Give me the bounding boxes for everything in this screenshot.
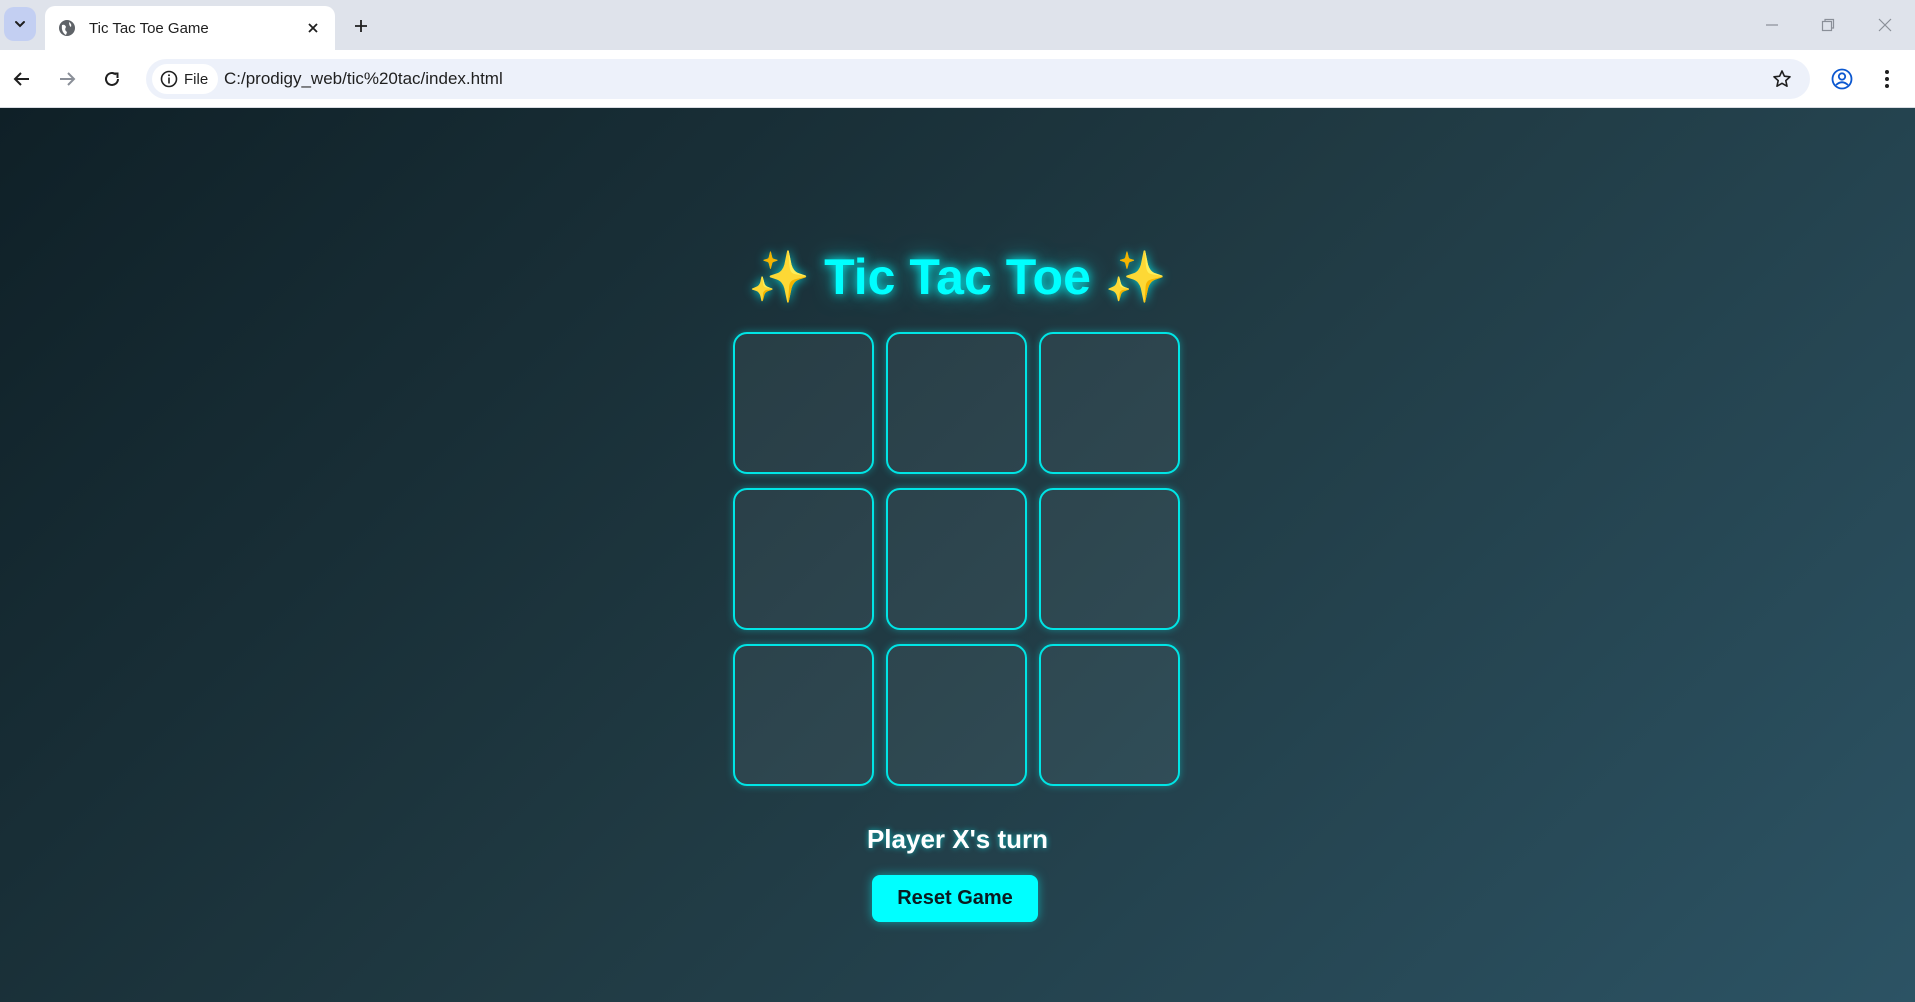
- browser-tab-strip: Tic Tac Toe Game: [0, 0, 1915, 50]
- reset-game-button[interactable]: Reset Game: [872, 875, 1038, 922]
- page-viewport: ✨ Tic Tac Toe ✨ Player X's turn Reset Ga…: [0, 108, 1915, 1002]
- site-chip-label: File: [184, 70, 209, 88]
- chevron-down-icon: [15, 21, 25, 28]
- board-cell[interactable]: [886, 644, 1027, 786]
- browser-toolbar: File C:/prodigy_web/tic%20tac/index.html: [0, 50, 1915, 108]
- browser-tab[interactable]: Tic Tac Toe Game: [45, 6, 335, 50]
- sparkles-icon: ✨: [747, 249, 811, 305]
- tab-search-button[interactable]: [4, 7, 36, 41]
- board-cell[interactable]: [733, 488, 874, 630]
- address-bar[interactable]: File C:/prodigy_web/tic%20tac/index.html: [146, 59, 1810, 99]
- restore-icon[interactable]: [1805, 10, 1851, 40]
- info-icon: [160, 70, 178, 88]
- forward-arrow-icon[interactable]: [51, 63, 83, 95]
- board-cell[interactable]: [1039, 644, 1180, 786]
- globe-icon: [57, 18, 77, 38]
- board-cell[interactable]: [1039, 332, 1180, 474]
- board-cell[interactable]: [886, 332, 1027, 474]
- window-close-icon[interactable]: [1862, 10, 1908, 40]
- reload-icon[interactable]: [96, 63, 128, 95]
- star-icon[interactable]: [1770, 67, 1794, 91]
- board-cell[interactable]: [1039, 488, 1180, 630]
- page-title: ✨ Tic Tac Toe ✨: [0, 248, 1915, 307]
- plus-icon[interactable]: [347, 12, 375, 40]
- game-board: [733, 332, 1180, 786]
- sparkles-icon: ✨: [1104, 249, 1168, 305]
- close-icon[interactable]: [301, 16, 325, 40]
- minimize-icon[interactable]: [1749, 10, 1795, 40]
- board-cell[interactable]: [733, 644, 874, 786]
- board-cell[interactable]: [886, 488, 1027, 630]
- page-title-text: Tic Tac Toe: [824, 249, 1091, 305]
- tab-title: Tic Tac Toe Game: [89, 19, 209, 37]
- back-arrow-icon[interactable]: [6, 63, 38, 95]
- menu-dots-icon[interactable]: [1871, 63, 1903, 95]
- site-info-chip[interactable]: File: [152, 64, 219, 94]
- url-text[interactable]: C:/prodigy_web/tic%20tac/index.html: [224, 69, 503, 89]
- profile-icon[interactable]: [1826, 63, 1858, 95]
- turn-status: Player X's turn: [866, 824, 1049, 854]
- board-cell[interactable]: [733, 332, 874, 474]
